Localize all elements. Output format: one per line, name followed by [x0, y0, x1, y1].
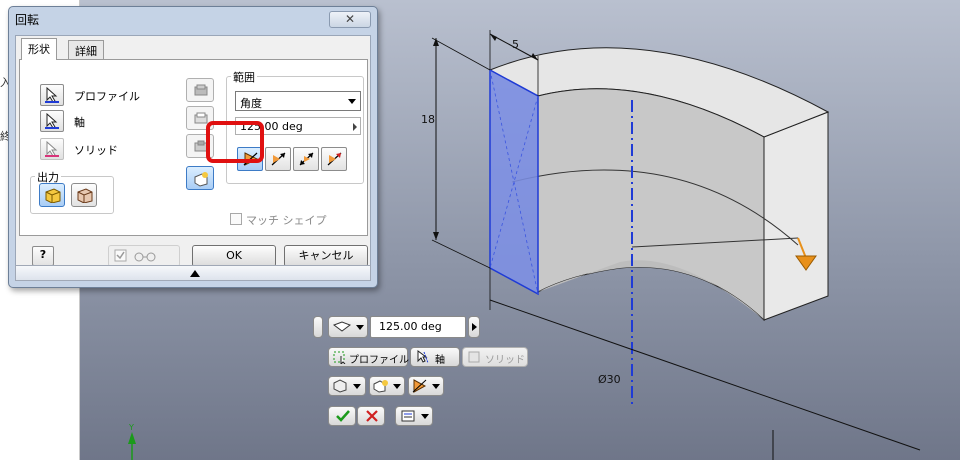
- dimension-diameter: Ø30: [598, 373, 621, 386]
- direction-highlight-frame: [206, 121, 264, 163]
- solid-cube-icon: [45, 188, 61, 203]
- preview-glasses-icon: [114, 249, 156, 262]
- cancel-button[interactable]: キャンセル: [284, 245, 368, 267]
- solid-select-button[interactable]: [40, 138, 64, 160]
- dialog-expand-bar[interactable]: [15, 265, 371, 281]
- direction-flip-button[interactable]: [265, 147, 291, 171]
- output-group: 出力: [30, 169, 114, 214]
- direction-symmetric-button[interactable]: [293, 147, 319, 171]
- dimension-width: 5: [512, 38, 519, 51]
- preview-toggle[interactable]: [108, 245, 180, 267]
- profile-select-button[interactable]: [40, 84, 64, 106]
- mini-toolbar-angle-stepper[interactable]: [468, 316, 480, 338]
- mini-toolbar-profile-button[interactable]: プロファイル: [328, 347, 409, 367]
- mini-toolbar-operation-dropdown[interactable]: [369, 376, 405, 396]
- mini-toolbar-grip[interactable]: [313, 316, 323, 338]
- chevron-down-icon: [432, 384, 440, 389]
- shape-tab-panel: プロファイル 軸 ソリッド 出力 範囲 角度 125.00 deg マッチ シェ…: [19, 59, 368, 236]
- mini-toolbar-menu-dropdown[interactable]: [395, 406, 433, 426]
- tab-detail[interactable]: 詳細: [68, 40, 104, 60]
- direction-default-icon: [412, 379, 427, 393]
- output-surface-button[interactable]: [71, 183, 97, 207]
- dialog-title: 回転: [15, 13, 40, 27]
- expand-arrow-icon: [190, 270, 200, 277]
- cursor-arrow-icon: [45, 87, 59, 103]
- solid-label: ソリッド: [74, 144, 118, 157]
- mini-toolbar-cancel-button[interactable]: [357, 406, 385, 426]
- range-angle-icon: [333, 321, 351, 332]
- mini-toolbar-profile-label: プロファイル: [349, 355, 409, 366]
- output-cube-icon: [333, 379, 347, 393]
- chevron-right-icon: [353, 123, 357, 131]
- chevron-down-icon: [348, 99, 356, 104]
- new-solid-icon: [194, 172, 208, 187]
- join-button[interactable]: [186, 78, 214, 102]
- direction-flip-icon: [271, 152, 286, 166]
- mini-toolbar-angle-input[interactable]: 125.00 deg: [370, 316, 466, 338]
- join-icon: [194, 84, 208, 96]
- checkmark-icon: [336, 410, 350, 422]
- new-solid-icon: [373, 380, 388, 393]
- chevron-down-icon: [421, 414, 429, 419]
- output-solid-button[interactable]: [39, 183, 65, 207]
- chevron-down-icon: [393, 384, 401, 389]
- list-menu-icon: [401, 410, 415, 422]
- help-button[interactable]: ?: [32, 246, 54, 266]
- origin-triad-icon: [128, 432, 136, 444]
- close-button[interactable]: ✕: [329, 11, 371, 28]
- cursor-arrow-icon: [45, 113, 59, 129]
- new-solid-button[interactable]: [186, 166, 214, 190]
- mini-toolbar-axis-button[interactable]: 軸: [410, 347, 460, 367]
- surface-cube-icon: [77, 188, 93, 203]
- cursor-arrow-icon: [45, 141, 59, 157]
- mini-toolbar-range-dropdown[interactable]: [328, 316, 368, 338]
- ok-button[interactable]: OK: [192, 245, 276, 267]
- mini-toolbar-solid-label: ソリッド: [485, 355, 525, 366]
- tab-shape[interactable]: 形状: [21, 38, 57, 60]
- end-face: [763, 111, 829, 321]
- dialog-body: 形状 詳細 プロファイル 軸 ソリッド 出力 範囲 角度 125.00 deg …: [15, 35, 371, 280]
- inner-surface: [537, 88, 765, 322]
- chevron-down-icon: [356, 325, 364, 330]
- chevron-down-icon: [353, 384, 361, 389]
- mini-toolbar-direction-dropdown[interactable]: [408, 376, 444, 396]
- chevron-right-icon: [472, 323, 477, 331]
- match-shape-label: マッチ シェイプ: [246, 214, 327, 227]
- profile-select-icon: [333, 351, 346, 364]
- profile-label: プロファイル: [74, 90, 140, 103]
- direction-symmetric-icon: [299, 152, 314, 166]
- axis-select-icon: [417, 350, 429, 364]
- axis-select-button[interactable]: [40, 110, 64, 132]
- dimension-height: 18: [421, 113, 435, 126]
- revolve-dialog: 回転 ✕ 形状 詳細 プロファイル 軸 ソリッド 出力 範囲 角度 125.00…: [8, 6, 378, 288]
- mini-toolbar-output-dropdown[interactable]: [328, 376, 366, 396]
- range-group-title: 範囲: [231, 69, 257, 85]
- solid-select-icon: [468, 351, 480, 363]
- svg-text:Y: Y: [128, 423, 134, 432]
- mini-toolbar-angle-value: 125.00 deg: [379, 320, 442, 333]
- axis-label: 軸: [74, 116, 85, 129]
- direction-asymmetric-button[interactable]: [321, 147, 347, 171]
- direction-asymmetric-icon: [327, 152, 342, 166]
- mini-toolbar-ok-button[interactable]: [328, 406, 356, 426]
- range-type-value: 角度: [240, 97, 262, 110]
- range-type-select[interactable]: 角度: [235, 91, 361, 111]
- mini-toolbar-solid-button[interactable]: ソリッド: [462, 347, 528, 367]
- mini-toolbar-axis-label: 軸: [435, 355, 445, 366]
- close-icon: [366, 410, 378, 422]
